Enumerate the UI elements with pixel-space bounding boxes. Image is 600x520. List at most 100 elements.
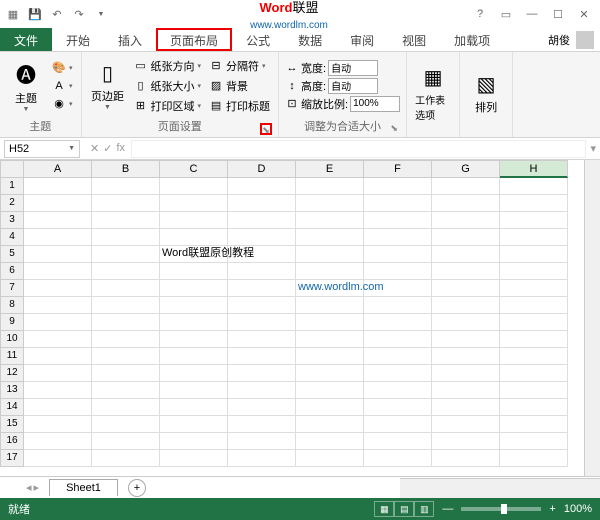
cell[interactable] [364, 314, 432, 331]
cell[interactable] [160, 195, 228, 212]
background-button[interactable]: ▨背景 [207, 77, 272, 95]
cell[interactable] [24, 382, 92, 399]
print-area-button[interactable]: ⊞打印区域▾ [132, 97, 204, 115]
cell[interactable] [500, 212, 568, 229]
cell[interactable] [92, 229, 160, 246]
column-header[interactable]: H [500, 160, 568, 178]
cell[interactable] [432, 314, 500, 331]
cell[interactable] [228, 450, 296, 467]
cell[interactable] [432, 263, 500, 280]
cell[interactable] [228, 212, 296, 229]
cell[interactable] [24, 246, 92, 263]
cell[interactable] [92, 433, 160, 450]
cell[interactable] [92, 263, 160, 280]
add-sheet-button[interactable]: + [128, 479, 146, 497]
themes-button[interactable]: 🅐 主题 ▼ [6, 54, 46, 117]
cell[interactable] [432, 399, 500, 416]
tab-data[interactable]: 数据 [284, 28, 336, 51]
cell[interactable] [364, 297, 432, 314]
tab-addins[interactable]: 加载项 [440, 28, 504, 51]
cell[interactable] [364, 280, 432, 297]
cell[interactable] [228, 263, 296, 280]
page-setup-launcher[interactable]: ⬊ [260, 123, 272, 135]
cell[interactable] [24, 229, 92, 246]
cell[interactable] [92, 280, 160, 297]
sheet-next-icon[interactable]: ▸ [34, 481, 40, 494]
cell[interactable] [24, 263, 92, 280]
cell[interactable] [296, 331, 364, 348]
height-input[interactable] [328, 78, 378, 94]
cell[interactable] [24, 399, 92, 416]
qat-dropdown-icon[interactable]: ▼ [92, 5, 110, 23]
effects-button[interactable]: ◉▾ [50, 96, 75, 112]
cell[interactable] [160, 297, 228, 314]
cell[interactable] [24, 280, 92, 297]
row-header[interactable]: 14 [0, 399, 24, 416]
row-header[interactable]: 15 [0, 416, 24, 433]
cell[interactable] [296, 229, 364, 246]
tab-insert[interactable]: 插入 [104, 28, 156, 51]
row-header[interactable]: 5 [0, 246, 24, 263]
expand-formula-icon[interactable]: ▾ [586, 142, 600, 155]
cell[interactable] [92, 382, 160, 399]
row-header[interactable]: 1 [0, 178, 24, 195]
cell[interactable] [500, 280, 568, 297]
cell[interactable] [500, 399, 568, 416]
minimize-icon[interactable]: — [520, 4, 544, 24]
cell[interactable] [24, 297, 92, 314]
cell[interactable] [228, 178, 296, 195]
cell[interactable] [296, 382, 364, 399]
tab-home[interactable]: 开始 [52, 28, 104, 51]
cell[interactable] [500, 433, 568, 450]
cell[interactable] [228, 314, 296, 331]
cell[interactable] [432, 280, 500, 297]
maximize-icon[interactable]: ☐ [546, 4, 570, 24]
cell[interactable] [24, 450, 92, 467]
cell[interactable] [364, 416, 432, 433]
normal-view-icon[interactable]: ▦ [374, 501, 394, 517]
row-header[interactable]: 9 [0, 314, 24, 331]
cell[interactable] [160, 433, 228, 450]
select-all-corner[interactable] [0, 160, 24, 178]
cell[interactable] [228, 229, 296, 246]
formula-input[interactable] [131, 140, 586, 158]
cell[interactable] [160, 178, 228, 195]
row-header[interactable]: 2 [0, 195, 24, 212]
cancel-icon[interactable]: ✕ [90, 142, 99, 155]
orientation-button[interactable]: ▭纸张方向▾ [132, 57, 204, 75]
cell[interactable] [228, 348, 296, 365]
cell[interactable] [228, 433, 296, 450]
cell[interactable] [160, 229, 228, 246]
cell[interactable] [296, 416, 364, 433]
cell[interactable] [296, 246, 364, 263]
cell[interactable] [92, 297, 160, 314]
cell[interactable] [432, 178, 500, 195]
cell[interactable] [296, 297, 364, 314]
cell[interactable] [92, 246, 160, 263]
cell[interactable] [296, 263, 364, 280]
cell[interactable] [92, 178, 160, 195]
help-icon[interactable]: ? [468, 4, 492, 24]
cell[interactable] [160, 212, 228, 229]
enter-icon[interactable]: ✓ [103, 142, 112, 155]
margins-button[interactable]: ▯ 页边距 ▼ [88, 54, 128, 117]
cell[interactable] [92, 348, 160, 365]
column-header[interactable]: C [160, 160, 228, 178]
cell[interactable] [296, 195, 364, 212]
cell[interactable] [364, 450, 432, 467]
cell[interactable] [500, 314, 568, 331]
cell[interactable] [500, 297, 568, 314]
zoom-out-icon[interactable]: — [442, 503, 453, 515]
cell[interactable] [432, 382, 500, 399]
user-name[interactable]: 胡俊 [548, 32, 570, 48]
horizontal-scrollbar[interactable] [400, 478, 600, 498]
tab-formulas[interactable]: 公式 [232, 28, 284, 51]
cell[interactable] [296, 399, 364, 416]
ribbon-options-icon[interactable]: ▭ [494, 4, 518, 24]
cell[interactable] [432, 212, 500, 229]
size-button[interactable]: ▯纸张大小▾ [132, 77, 204, 95]
cell[interactable] [432, 365, 500, 382]
cell[interactable]: Word联盟原创教程 [160, 246, 228, 263]
tab-review[interactable]: 审阅 [336, 28, 388, 51]
cell[interactable] [228, 195, 296, 212]
